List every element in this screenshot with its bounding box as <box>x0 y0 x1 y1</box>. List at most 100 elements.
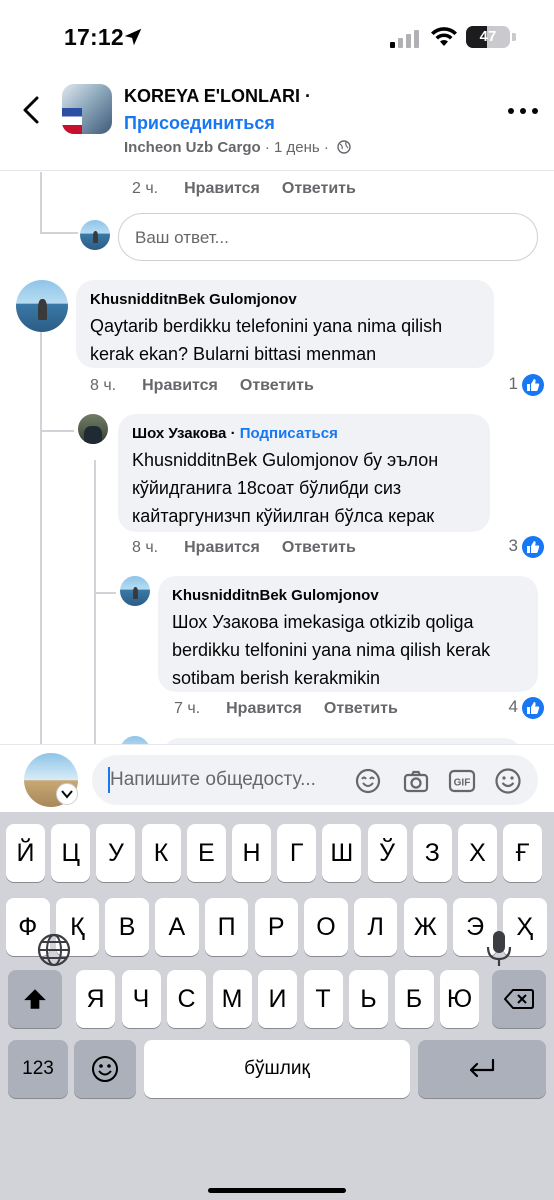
key-row1-7[interactable]: Ш <box>322 824 362 882</box>
key-row2-2[interactable]: В <box>105 898 149 956</box>
thread-line <box>94 460 96 744</box>
thread-line <box>40 172 42 234</box>
group-name[interactable]: KOREYA E'LONLARI · <box>124 86 311 107</box>
reaction-count[interactable]: 1 <box>500 374 544 396</box>
battery-cap <box>512 33 516 41</box>
wifi-icon <box>431 27 457 46</box>
public-globe-icon <box>337 140 351 154</box>
avatar-sticker-icon[interactable] <box>354 767 382 795</box>
comment-text: Шох Узакова imekasiga otkizib qoliga ber… <box>172 612 491 688</box>
numbers-key[interactable]: 123 <box>8 1040 68 1098</box>
like-link[interactable]: Нравится <box>184 539 260 557</box>
comment-input[interactable]: Напишите общедосту... GIF <box>92 755 538 805</box>
like-link[interactable]: Нравится <box>142 377 218 395</box>
key-row1-9[interactable]: З <box>412 824 452 882</box>
key-row1-1[interactable]: Ц <box>51 824 91 882</box>
like-reaction-icon <box>522 697 544 719</box>
comment-time: 2 ч. <box>132 180 159 197</box>
key-row2-4[interactable]: П <box>204 898 249 956</box>
reply-link[interactable]: Ответить <box>282 539 356 557</box>
key-row1-5[interactable]: Н <box>232 824 271 882</box>
thread-line <box>40 330 42 744</box>
thread-line <box>40 232 78 234</box>
backspace-key[interactable] <box>492 970 546 1028</box>
key-row3-8[interactable]: Ю <box>440 970 479 1028</box>
comment-placeholder: Напишите общедосту... <box>110 769 316 790</box>
key-row2-3[interactable]: А <box>155 898 199 956</box>
keyboard: ЙЦУКЕНГШЎЗХҒ ФҚВАПРОЛЖЭҲ ЯЧСМИТЬБЮ 123 б… <box>0 812 554 1200</box>
comment-bubble: KhusnidditnBek Gulomjonov Шох Узакова im… <box>158 576 538 692</box>
status-bar: 17:12 47 <box>0 0 554 72</box>
key-row2-5[interactable]: Р <box>254 898 298 956</box>
reaction-count[interactable]: 3 <box>500 536 544 558</box>
cellular-signal-icon <box>390 30 419 48</box>
return-key[interactable] <box>418 1040 546 1098</box>
like-link[interactable]: Нравится <box>184 180 260 198</box>
home-indicator <box>208 1188 346 1193</box>
commenter-avatar[interactable] <box>120 576 150 606</box>
reaction-number: 4 <box>508 697 518 716</box>
key-row1-11[interactable]: Ғ <box>503 824 543 882</box>
reaction-count[interactable]: 4 <box>500 697 544 719</box>
microphone-icon[interactable] <box>486 930 512 968</box>
key-row3-5[interactable]: Т <box>303 970 343 1028</box>
space-key[interactable]: бўшлиқ <box>144 1040 410 1098</box>
svg-text:GIF: GIF <box>454 778 471 789</box>
key-row1-0[interactable]: Й <box>6 824 45 882</box>
shift-key[interactable] <box>8 970 62 1028</box>
key-row1-6[interactable]: Г <box>277 824 317 882</box>
comment-text: KhusnidditnBek Gulomjonov бу эълон кўйид… <box>132 450 439 526</box>
key-row3-3[interactable]: М <box>212 970 252 1028</box>
comment-bubble: Шох Узакова · Подписаться KhusnidditnBek… <box>118 414 490 532</box>
back-chevron-icon[interactable] <box>16 94 48 126</box>
key-row3-6[interactable]: Ь <box>349 970 388 1028</box>
reply-input[interactable]: Ваш ответ... <box>118 213 538 261</box>
follow-link[interactable]: Подписаться <box>240 425 338 442</box>
key-row3-4[interactable]: И <box>258 970 297 1028</box>
camera-icon[interactable] <box>402 767 430 795</box>
more-options-icon[interactable] <box>508 108 538 116</box>
header-divider <box>0 170 554 171</box>
status-time: 17:12 <box>64 24 124 50</box>
commenter-avatar[interactable] <box>16 280 68 332</box>
like-link[interactable]: Нравится <box>226 700 302 718</box>
key-row3-1[interactable]: Ч <box>121 970 161 1028</box>
commenter-avatar[interactable] <box>78 414 108 444</box>
reply-link[interactable]: Ответить <box>282 180 356 198</box>
key-row2-7[interactable]: Л <box>353 898 398 956</box>
key-row3-7[interactable]: Б <box>394 970 434 1028</box>
comment-time: 7 ч. <box>174 700 201 717</box>
comment-time: 8 ч. <box>90 377 117 394</box>
join-group-link[interactable]: Присоединиться <box>124 113 275 134</box>
emoji-key[interactable] <box>74 1040 136 1098</box>
reply-link[interactable]: Ответить <box>240 377 314 395</box>
chevron-down-icon[interactable] <box>56 783 78 805</box>
key-row2-6[interactable]: О <box>304 898 348 956</box>
comment-author: Шох Узакова · Подписаться <box>132 425 338 442</box>
key-row1-10[interactable]: Х <box>458 824 497 882</box>
group-thumbnail[interactable] <box>62 84 112 134</box>
emoji-icon[interactable] <box>494 767 522 795</box>
key-row2-8[interactable]: Ж <box>403 898 448 956</box>
key-row1-2[interactable]: У <box>96 824 136 882</box>
comment-author[interactable]: KhusnidditnBek Gulomjonov <box>90 290 480 310</box>
post-header: KOREYA E'LONLARI · Присоединиться Incheo… <box>0 72 554 172</box>
globe-icon[interactable] <box>36 932 72 968</box>
post-author[interactable]: Incheon Uzb Cargo <box>124 139 261 156</box>
key-row1-4[interactable]: Е <box>186 824 226 882</box>
comment-author-name[interactable]: Шох Узакова <box>132 425 226 442</box>
comment-actions: 7 ч. Нравится Ответить <box>174 700 420 718</box>
comment-composer: Напишите общедосту... GIF <box>0 744 554 812</box>
reply-link[interactable]: Ответить <box>324 700 398 718</box>
key-row3-2[interactable]: С <box>167 970 206 1028</box>
gif-icon[interactable]: GIF <box>448 767 476 795</box>
post-byline: Incheon Uzb Cargo · 1 день · <box>124 139 351 156</box>
flag-image <box>62 108 82 134</box>
comment-author[interactable]: KhusnidditnBek Gulomjonov <box>172 586 524 606</box>
comment-text: Qaytarib berdikku telefonini yana nima q… <box>90 316 443 364</box>
key-row1-3[interactable]: К <box>141 824 181 882</box>
key-row3-0[interactable]: Я <box>76 970 115 1028</box>
key-row1-8[interactable]: Ў <box>367 824 407 882</box>
battery-percent: 47 <box>479 28 497 45</box>
location-arrow-icon <box>124 28 142 46</box>
